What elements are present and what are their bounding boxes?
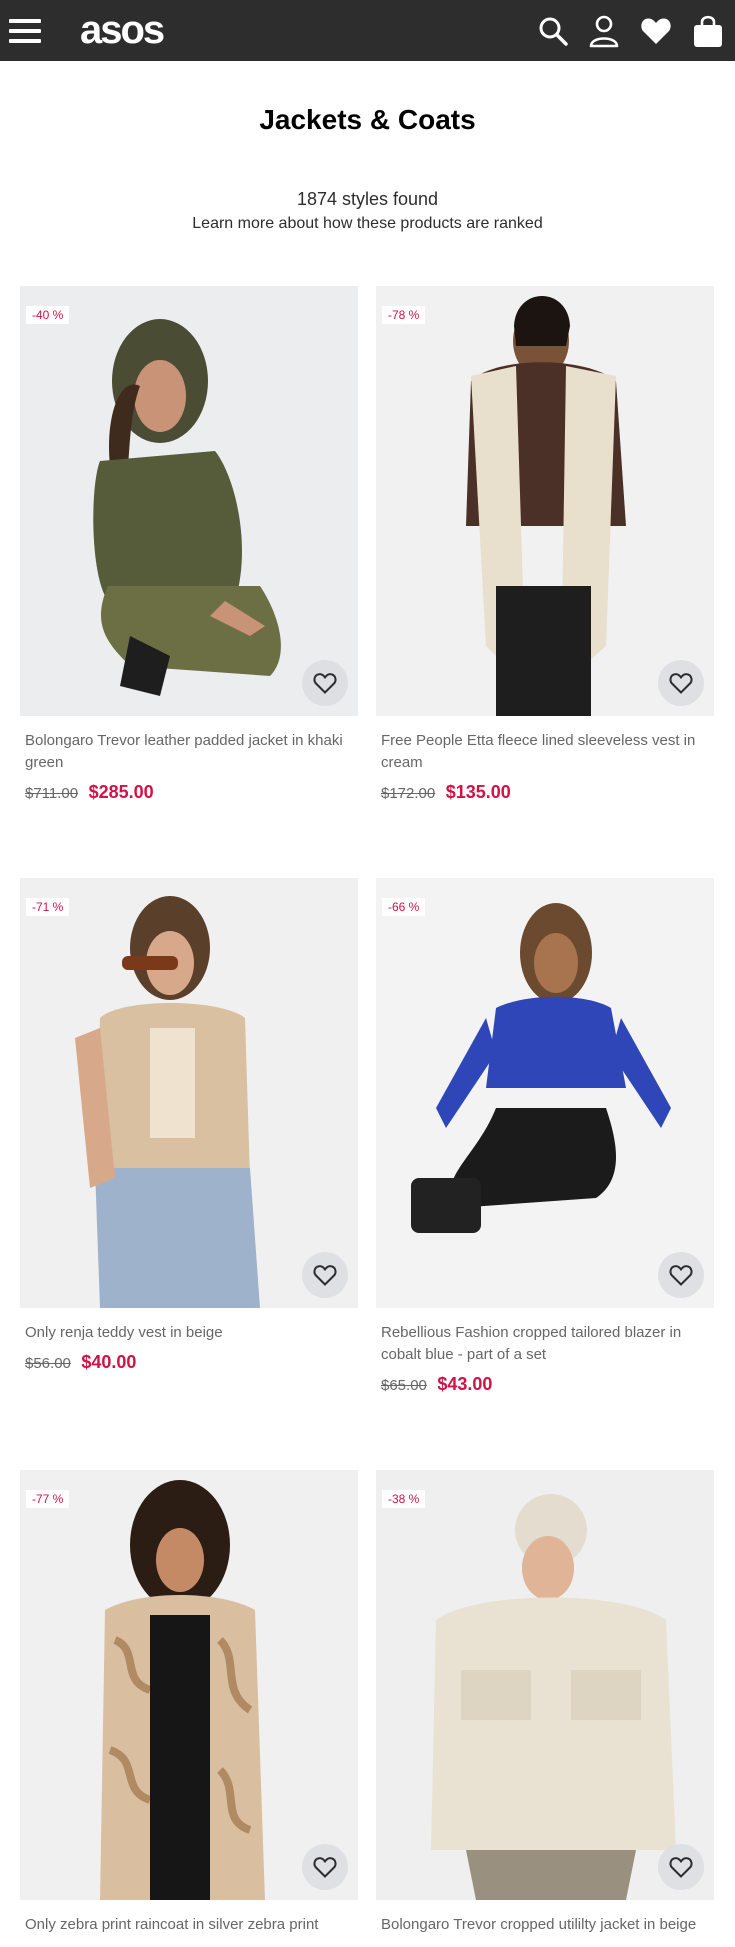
product-photo-khaki-leather-jacket — [20, 286, 358, 716]
product-ranking-link[interactable]: Learn more about how these products are … — [0, 215, 735, 233]
save-for-later-heart-icon[interactable] — [658, 1844, 704, 1890]
product-photo-beige-utility-jacket — [376, 1470, 714, 1900]
product-name-link[interactable]: Bolongaro Trevor leather padded jacket i… — [25, 730, 353, 774]
product-photo-zebra-raincoat — [20, 1470, 358, 1900]
page-title: Jackets & Coats — [259, 104, 476, 135]
shopping-bag-icon[interactable] — [691, 14, 725, 48]
search-icon[interactable] — [536, 14, 570, 48]
product-name-link[interactable]: Bolongaro Trevor cropped utililty jacket… — [381, 1914, 709, 1936]
asos-logo[interactable]: asos — [80, 8, 165, 52]
product-card[interactable]: -71 % Only renja teddy vest in beige $56… — [20, 878, 358, 1373]
discount-badge: -78 % — [382, 306, 426, 324]
product-photo-cream-fleece-vest — [376, 286, 714, 716]
original-price: $56.00 — [25, 1355, 71, 1372]
sale-price: $285.00 — [88, 782, 154, 802]
styles-found-count: 1874 styles found — [296, 189, 439, 209]
product-image[interactable]: -66 % — [376, 878, 714, 1308]
top-navigation-bar: asos — [0, 0, 735, 61]
product-image[interactable]: -38 % — [376, 1470, 714, 1900]
product-image[interactable]: -77 % — [20, 1470, 358, 1900]
sale-price: $40.00 — [81, 1352, 137, 1372]
product-photo-beige-teddy-vest — [20, 878, 358, 1308]
product-name-link[interactable]: Only renja teddy vest in beige — [25, 1322, 353, 1344]
saved-items-heart-icon[interactable] — [639, 14, 673, 48]
discount-badge: -38 % — [382, 1490, 426, 1508]
save-for-later-heart-icon[interactable] — [302, 1844, 348, 1890]
account-icon[interactable] — [587, 14, 621, 48]
product-name-link[interactable]: Only zebra print raincoat in silver zebr… — [25, 1914, 353, 1936]
product-card[interactable]: -78 % Free People Etta fleece lined slee… — [376, 286, 714, 803]
save-for-later-heart-icon[interactable] — [658, 1252, 704, 1298]
original-price: $172.00 — [381, 785, 436, 802]
product-image[interactable]: -71 % — [20, 878, 358, 1308]
original-price: $711.00 — [25, 785, 79, 802]
product-name-link[interactable]: Rebellious Fashion cropped tailored blaz… — [381, 1322, 709, 1366]
product-price: $65.00 $43.00 — [381, 1374, 709, 1395]
discount-badge: -77 % — [26, 1490, 70, 1508]
save-for-later-heart-icon[interactable] — [302, 1252, 348, 1298]
sale-price: $135.00 — [445, 782, 511, 802]
product-photo-cobalt-blazer — [376, 878, 714, 1308]
product-card[interactable]: -40 % Bolongaro Trevor leather padded ja… — [20, 286, 358, 803]
save-for-later-heart-icon[interactable] — [658, 660, 704, 706]
product-price: $172.00 $135.00 — [381, 782, 709, 803]
menu-icon[interactable] — [9, 19, 41, 43]
discount-badge: -40 % — [26, 306, 70, 324]
save-for-later-heart-icon[interactable] — [302, 660, 348, 706]
product-image[interactable]: -78 % — [376, 286, 714, 716]
discount-badge: -71 % — [26, 898, 70, 916]
product-card[interactable]: -66 % Rebellious Fashion cropped tailore… — [376, 878, 714, 1395]
original-price: $65.00 — [381, 1377, 427, 1394]
product-card[interactable]: -38 % Bolongaro Trevor cropped utililty … — [376, 1470, 714, 1936]
product-card[interactable]: -77 % Only zebra print raincoat in silve… — [20, 1470, 358, 1936]
sale-price: $43.00 — [437, 1374, 493, 1394]
discount-badge: -66 % — [382, 898, 426, 916]
product-price: $711.00 $285.00 — [25, 782, 353, 803]
product-name-link[interactable]: Free People Etta fleece lined sleeveless… — [381, 730, 709, 774]
product-image[interactable]: -40 % — [20, 286, 358, 716]
product-price: $56.00 $40.00 — [25, 1352, 353, 1373]
